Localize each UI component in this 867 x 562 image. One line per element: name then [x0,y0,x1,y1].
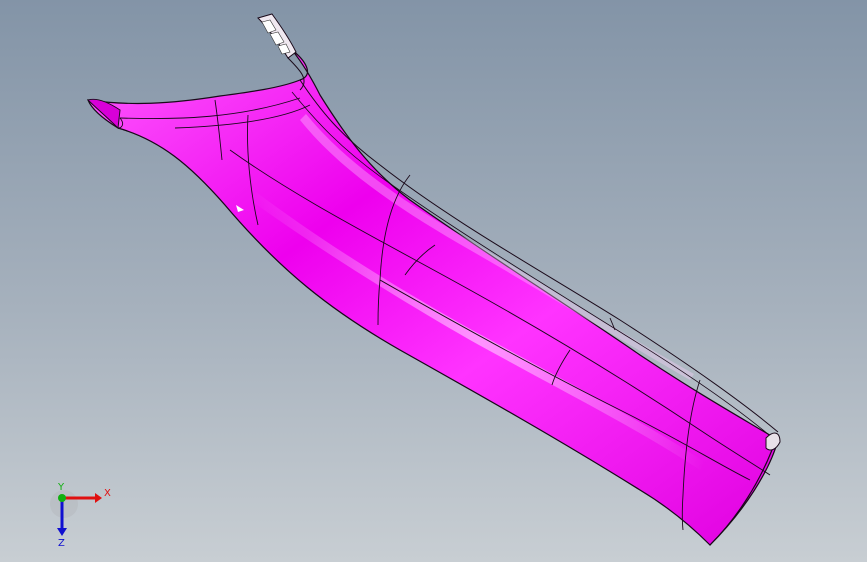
upper-clip-detail[interactable] [257,13,305,91]
y-axis-point [58,494,66,502]
x-axis-label: X [104,488,111,499]
z-axis-label: Z [58,538,65,549]
y-axis-label: Y [57,482,65,493]
triad-shadow [50,490,78,518]
3d-viewport[interactable]: X Y Z [0,0,867,562]
z-axis-arrowhead [57,528,67,536]
part-model[interactable] [0,0,867,562]
trim-main-face[interactable] [87,49,779,546]
x-axis-arrowhead [95,493,102,503]
coordinate-triad: X Y Z [50,482,111,549]
